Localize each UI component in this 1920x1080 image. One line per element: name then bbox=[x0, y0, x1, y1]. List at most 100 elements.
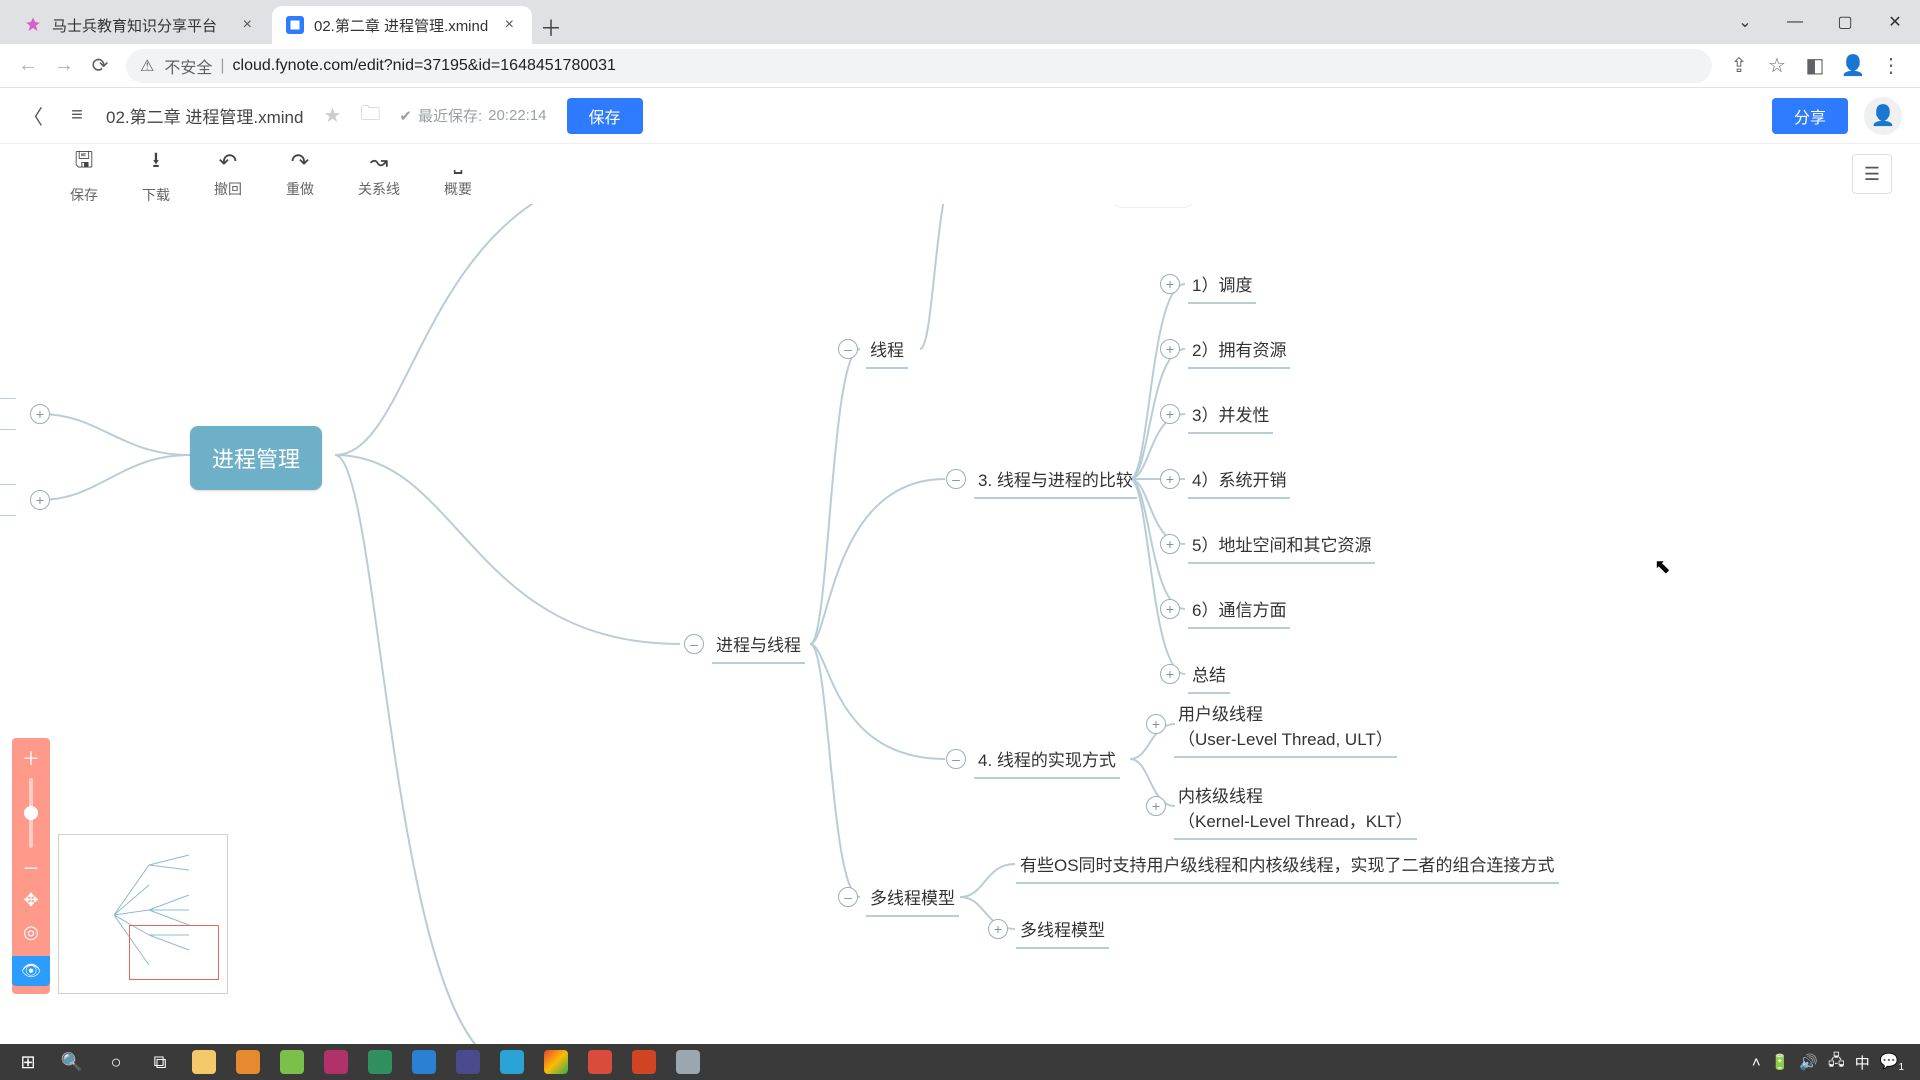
share-page-icon[interactable]: ⇪ bbox=[1720, 47, 1758, 85]
tool-relation[interactable]: ↝关系线 bbox=[358, 149, 400, 199]
node-impl-ult[interactable]: 用户级线程 （User-Level Thread, ULT） bbox=[1174, 698, 1397, 758]
expand-icon[interactable]: + bbox=[1160, 599, 1180, 619]
cortana-icon[interactable]: ○ bbox=[94, 1044, 138, 1080]
intellij-icon[interactable] bbox=[314, 1044, 358, 1080]
notifications-icon[interactable]: 💬1 bbox=[1880, 1052, 1904, 1073]
ime-indicator[interactable]: 中 bbox=[1855, 1052, 1870, 1073]
network-icon[interactable]: 🖧 bbox=[1828, 1050, 1845, 1075]
minimap[interactable] bbox=[58, 834, 228, 994]
expand-icon[interactable]: + bbox=[1160, 339, 1180, 359]
minimap-viewport[interactable] bbox=[129, 925, 219, 980]
collapse-icon[interactable]: – bbox=[684, 634, 704, 654]
node-compare-4[interactable]: 4）系统开销 bbox=[1188, 464, 1290, 499]
taskview-icon[interactable]: ⧉ bbox=[138, 1044, 182, 1080]
expand-icon[interactable]: + bbox=[30, 490, 50, 510]
minimize-icon[interactable]: ― bbox=[1770, 0, 1820, 44]
node-proc-thread[interactable]: 进程与线程 bbox=[712, 629, 805, 664]
forward-icon[interactable]: → bbox=[46, 48, 82, 84]
tabs-dropdown-icon[interactable]: ⌄ bbox=[1720, 0, 1770, 44]
node-compare-5[interactable]: 5）地址空间和其它资源 bbox=[1188, 529, 1375, 564]
battery-icon[interactable]: 🔋 bbox=[1771, 1053, 1790, 1071]
locate-icon[interactable]: ◎ bbox=[19, 920, 43, 944]
save-button[interactable]: 保存 bbox=[567, 98, 643, 134]
app-icon[interactable] bbox=[270, 1044, 314, 1080]
reload-icon[interactable]: ⟳ bbox=[82, 48, 118, 84]
eclipse-icon[interactable] bbox=[446, 1044, 490, 1080]
share-button[interactable]: 分享 bbox=[1772, 98, 1848, 134]
zoom-thumb[interactable] bbox=[24, 806, 38, 820]
node-compare-6[interactable]: 6）通信方面 bbox=[1188, 594, 1290, 629]
back-icon[interactable]: 〈 bbox=[18, 101, 48, 131]
profile-icon[interactable]: 👤 bbox=[1834, 47, 1872, 85]
expand-icon[interactable]: + bbox=[1160, 469, 1180, 489]
zoom-slider[interactable] bbox=[29, 778, 33, 848]
move-icon[interactable]: ✥ bbox=[19, 888, 43, 912]
node-compare-1[interactable]: 1）调度 bbox=[1188, 269, 1256, 304]
zoom-in-icon[interactable]: ＋ bbox=[19, 746, 43, 770]
url-field[interactable]: ⚠ 不安全 | cloud.fynote.com/edit?nid=37195&… bbox=[126, 49, 1712, 83]
collapsed-left-node[interactable] bbox=[0, 398, 16, 430]
back-icon[interactable]: ← bbox=[10, 48, 46, 84]
app-icon[interactable] bbox=[226, 1044, 270, 1080]
node-multimodel[interactable]: 多线程模型 bbox=[866, 882, 959, 917]
expand-icon[interactable]: + bbox=[1146, 714, 1166, 734]
sidepanel-icon[interactable]: ◧ bbox=[1796, 47, 1834, 85]
node-thread[interactable]: 线程 bbox=[866, 334, 908, 369]
folder-icon[interactable]: 🗀 bbox=[355, 101, 385, 131]
node-multimodel-desc[interactable]: 有些OS同时支持用户级线程和内核级线程，实现了二者的组合连接方式 bbox=[1016, 849, 1559, 884]
node-compare-3[interactable]: 3）并发性 bbox=[1188, 399, 1273, 434]
kebab-icon[interactable]: ⋮ bbox=[1872, 47, 1910, 85]
file-name[interactable]: 02.第二章 进程管理.xmind bbox=[106, 103, 303, 128]
collapse-icon[interactable]: – bbox=[946, 749, 966, 769]
avatar-icon[interactable]: 👤 bbox=[1864, 97, 1902, 135]
tool-download[interactable]: ⭳下载 bbox=[142, 143, 170, 205]
powerpoint-icon[interactable] bbox=[622, 1044, 666, 1080]
start-icon[interactable]: ⊞ bbox=[6, 1044, 50, 1080]
collapse-icon[interactable]: – bbox=[838, 339, 858, 359]
expand-icon[interactable]: + bbox=[1160, 274, 1180, 294]
collapse-icon[interactable]: – bbox=[946, 469, 966, 489]
vscode-icon[interactable] bbox=[402, 1044, 446, 1080]
tray-chevron-icon[interactable]: ˄ bbox=[1752, 1054, 1761, 1071]
node-root[interactable]: 进程管理 bbox=[190, 426, 322, 490]
browser-tab-1[interactable]: 02.第二章 进程管理.xmind × bbox=[272, 6, 532, 44]
app-icon[interactable] bbox=[578, 1044, 622, 1080]
outline-panel-icon[interactable]: ☰ bbox=[1852, 154, 1892, 194]
expand-icon[interactable]: + bbox=[988, 919, 1008, 939]
node-impl-klt[interactable]: 内核级线程 （Kernel-Level Thread，KLT） bbox=[1174, 780, 1417, 840]
maximize-icon[interactable]: ▢ bbox=[1820, 0, 1870, 44]
tool-redo[interactable]: ↷重做 bbox=[286, 149, 314, 199]
tool-summary[interactable]: ⎵概要 bbox=[444, 149, 472, 199]
expand-icon[interactable]: + bbox=[1160, 664, 1180, 684]
close-icon[interactable]: × bbox=[501, 16, 518, 34]
collapsed-left-node[interactable] bbox=[0, 484, 16, 516]
node-compare-2[interactable]: 2）拥有资源 bbox=[1188, 334, 1290, 369]
star-icon[interactable]: ★ bbox=[323, 103, 341, 128]
close-icon[interactable]: × bbox=[239, 16, 256, 34]
app-icon[interactable] bbox=[666, 1044, 710, 1080]
node-compare[interactable]: 3. 线程与进程的比较 bbox=[974, 464, 1137, 499]
mindmap-canvas[interactable]: + + 进程管理 – 进程与线程 – 线程 – 3. 线程与进程的比较 + 1）… bbox=[0, 204, 1920, 1044]
expand-icon[interactable]: + bbox=[30, 404, 50, 424]
edge-icon[interactable] bbox=[490, 1044, 534, 1080]
expand-icon[interactable]: + bbox=[1146, 796, 1166, 816]
new-tab-button[interactable]: ＋ bbox=[534, 10, 568, 44]
node-multimodel-sub[interactable]: 多线程模型 bbox=[1016, 914, 1109, 949]
volume-icon[interactable]: 🔊 bbox=[1799, 1053, 1818, 1071]
explorer-icon[interactable] bbox=[182, 1044, 226, 1080]
expand-icon[interactable]: + bbox=[1160, 534, 1180, 554]
collapse-icon[interactable]: – bbox=[838, 887, 858, 907]
close-window-icon[interactable]: ✕ bbox=[1870, 0, 1920, 44]
tool-save[interactable]: 🖫保存 bbox=[70, 143, 98, 205]
bookmark-icon[interactable]: ☆ bbox=[1758, 47, 1796, 85]
zoom-out-icon[interactable]: － bbox=[19, 856, 43, 880]
chrome-icon[interactable] bbox=[534, 1044, 578, 1080]
menu-icon[interactable]: ≡ bbox=[62, 101, 92, 131]
tool-undo[interactable]: ↶撤回 bbox=[214, 149, 242, 199]
node-compare-7[interactable]: 总结 bbox=[1188, 659, 1230, 694]
minimap-toggle-icon[interactable]: 👁 bbox=[12, 956, 50, 986]
pycharm-icon[interactable] bbox=[358, 1044, 402, 1080]
expand-icon[interactable]: + bbox=[1160, 404, 1180, 424]
search-icon[interactable]: 🔍 bbox=[50, 1044, 94, 1080]
node-impl[interactable]: 4. 线程的实现方式 bbox=[974, 744, 1120, 779]
